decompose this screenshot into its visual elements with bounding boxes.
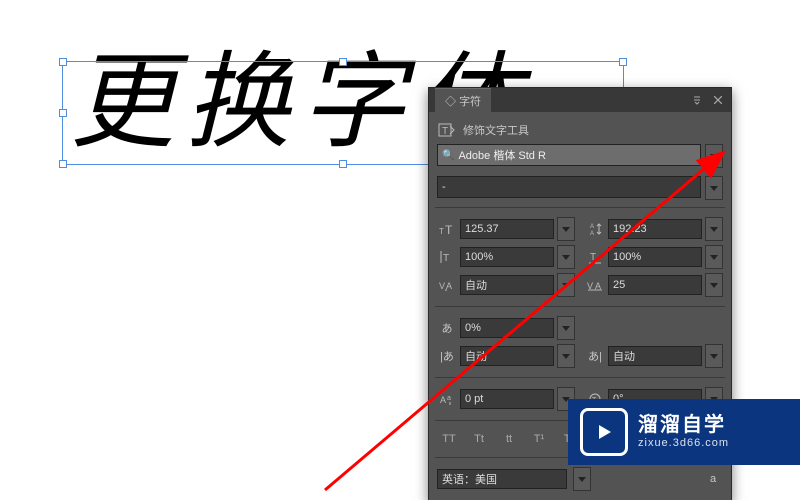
handle-top-right[interactable] [619,58,627,66]
leading-input[interactable]: 192.23 [608,219,702,239]
tsume-dropdown[interactable] [557,316,575,340]
baseline-shift-icon: Aa [437,391,457,407]
lowercase-button[interactable]: tt [497,430,521,448]
font-style-value: - [442,181,446,193]
touchup-text-icon: T [437,122,457,138]
hscale-icon: T [585,249,605,265]
divider [435,377,725,378]
svg-text:T: T [439,227,444,236]
aki-left-input[interactable]: 自动 [460,346,554,366]
tracking-icon: VA [585,277,605,293]
vscale-icon: T [437,249,457,265]
allcaps-button[interactable]: TT [437,430,461,448]
aki-right-value: 自动 [613,348,635,364]
watermark: 溜溜自学 zixue.3d66.com [568,399,800,465]
font-size-value: 125.37 [465,223,499,235]
font-family-input[interactable]: 🔍 Adobe 楷体 Std R [437,144,701,166]
font-size-icon: TT [437,221,457,237]
svg-text:V: V [439,281,445,291]
tsume-input[interactable]: 0% [460,318,554,338]
aki-left-value: 自动 [465,348,487,364]
svg-text:T: T [445,223,453,236]
font-size-input[interactable]: 125.37 [460,219,554,239]
aki-right-icon: あ| [585,348,605,364]
handle-top-left[interactable] [59,58,67,66]
font-family-dropdown-button[interactable] [705,144,723,168]
tracking-value: 25 [613,279,625,291]
kerning-value: 自动 [465,277,487,293]
hscale-input[interactable]: 100% [608,247,702,267]
language-dropdown[interactable] [573,467,591,491]
panel-collapse-icon[interactable] [687,88,707,112]
vscale-value: 100% [465,251,493,263]
kerning-input[interactable]: 自动 [460,275,554,295]
handle-bot-mid[interactable] [339,160,347,168]
font-size-dropdown[interactable] [557,217,575,241]
hscale-value: 100% [613,251,641,263]
panel-tab-character[interactable]: ◇ 字符 [435,88,491,112]
svg-text:A: A [590,224,594,230]
handle-mid-left[interactable] [59,109,67,117]
kerning-dropdown[interactable] [557,273,575,297]
panel-tabbar: ◇ 字符 [429,88,731,112]
leading-value: 192.23 [613,223,647,235]
aki-right-dropdown[interactable] [705,344,723,368]
language-select[interactable]: 英语：美国 [437,469,567,489]
touchup-text-tool-row: T 修饰文字工具 [429,116,731,140]
leading-icon: AA [585,221,605,237]
svg-text:T: T [442,126,448,137]
divider [435,306,725,307]
watermark-title: 溜溜自学 [638,413,729,437]
tracking-input[interactable]: 25 [608,275,702,295]
aki-left-dropdown[interactable] [557,344,575,368]
superscript-button[interactable]: T¹ [527,430,551,448]
baseline-shift-input[interactable]: 0 pt [460,389,554,409]
hscale-dropdown[interactable] [705,245,723,269]
aki-right-input[interactable]: 自动 [608,346,702,366]
vscale-dropdown[interactable] [557,245,575,269]
tracking-dropdown[interactable] [705,273,723,297]
watermark-play-icon [580,408,628,456]
vscale-input[interactable]: 100% [460,247,554,267]
font-family-value: Adobe 楷体 Std R [458,147,545,163]
touchup-text-label: 修饰文字工具 [463,122,529,138]
panel-close-icon[interactable] [709,88,727,112]
smallcaps-button[interactable]: Tt [467,430,491,448]
kerning-icon: VA [437,277,457,293]
svg-text:T: T [443,253,449,264]
panel-title: 字符 [459,96,481,108]
language-value: 英语：美国 [442,471,497,487]
watermark-url: zixue.3d66.com [638,437,729,450]
font-style-input[interactable]: - [437,176,701,198]
tsume-value: 0% [465,322,481,334]
search-icon: 🔍 [442,150,454,161]
tsume-icon: あ [437,320,457,336]
handle-bot-left[interactable] [59,160,67,168]
svg-text:A: A [590,231,594,236]
svg-text:a: a [447,395,451,402]
anti-alias-icon: a [703,471,723,487]
leading-dropdown[interactable] [705,217,723,241]
svg-text:A: A [440,395,446,405]
aki-left-icon: |あ [437,348,457,364]
divider [435,207,725,208]
font-style-dropdown-button[interactable] [705,176,723,200]
baseline-value: 0 pt [465,393,483,405]
svg-text:T: T [590,252,596,263]
